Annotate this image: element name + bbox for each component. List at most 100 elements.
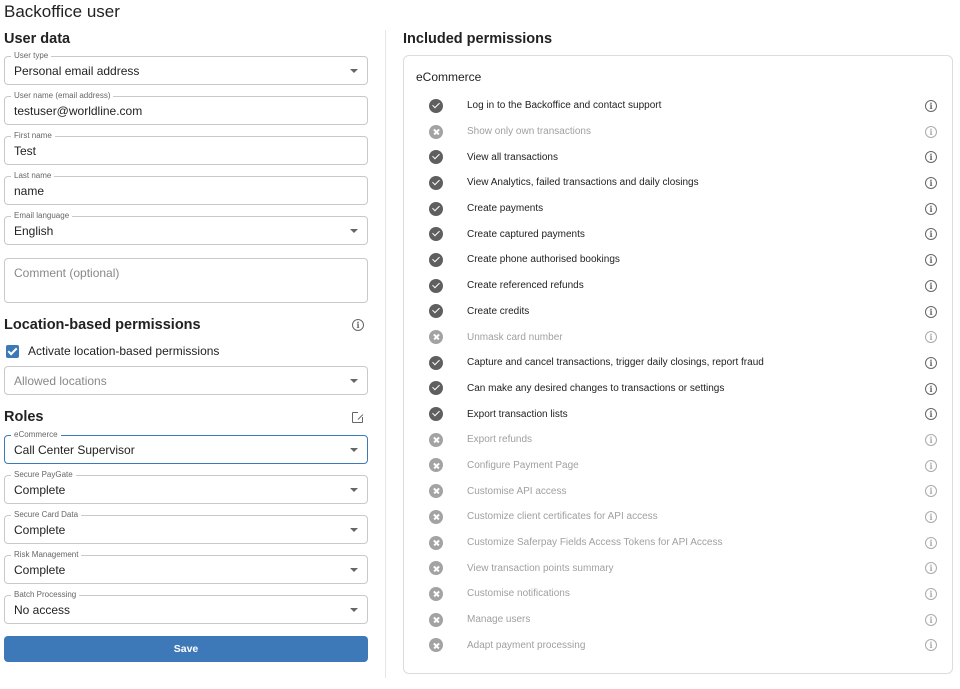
cancel-circle-icon bbox=[429, 638, 443, 653]
field-label: User name (email address) bbox=[11, 91, 114, 101]
chevron-down-icon bbox=[350, 528, 358, 532]
permission-label: Log in to the Backoffice and contact sup… bbox=[467, 100, 662, 112]
permissions-panel: Included permissions eCommerce Log in to… bbox=[403, 28, 953, 674]
permission-item: Customize Saferpay Fields Access Tokens … bbox=[416, 530, 952, 556]
permission-item: View Analytics, failed transactions and … bbox=[416, 170, 952, 196]
info-icon[interactable]: i bbox=[925, 254, 937, 267]
cancel-circle-icon bbox=[429, 432, 443, 447]
info-icon[interactable]: i bbox=[925, 433, 937, 446]
page-title: Backoffice user bbox=[4, 2, 120, 21]
info-icon[interactable]: i bbox=[925, 639, 937, 652]
permission-item: Can make any desired changes to transact… bbox=[416, 376, 952, 402]
info-icon[interactable]: i bbox=[925, 485, 937, 498]
check-circle-icon bbox=[429, 381, 443, 396]
info-icon[interactable]: i bbox=[925, 125, 937, 138]
user-data-title: User data bbox=[4, 31, 71, 47]
allowed-locations-select[interactable]: Allowed locations bbox=[4, 366, 368, 395]
cancel-circle-icon bbox=[429, 586, 443, 601]
field-value: testuser@worldline.com bbox=[14, 104, 143, 118]
role-ecommerce-select[interactable]: eCommerce Call Center Supervisor bbox=[4, 430, 368, 464]
user-type-select[interactable]: User type Personal email address bbox=[4, 51, 368, 85]
role-fields: eCommerce Call Center Supervisor Secure Pa… bbox=[4, 430, 368, 624]
info-icon[interactable]: i bbox=[925, 536, 937, 549]
permission-item: Create phone authorised bookings i bbox=[416, 247, 952, 273]
field-value: English bbox=[14, 224, 54, 238]
info-icon[interactable]: i bbox=[925, 588, 937, 601]
email-language-select[interactable]: Email language English bbox=[4, 211, 368, 245]
cancel-circle-icon bbox=[429, 458, 443, 473]
field-value: No access bbox=[14, 603, 71, 617]
permission-item: Customize client certificates for API ac… bbox=[416, 504, 952, 530]
info-icon[interactable]: i bbox=[925, 202, 937, 215]
info-icon[interactable]: i bbox=[925, 356, 937, 369]
field-value: Complete bbox=[14, 483, 66, 497]
check-circle-icon bbox=[429, 355, 443, 370]
info-icon[interactable]: i bbox=[925, 459, 937, 472]
field-value: Call Center Supervisor bbox=[14, 443, 135, 457]
permission-item: View transaction points summary i bbox=[416, 555, 952, 581]
check-circle-icon bbox=[429, 227, 443, 242]
location-checkbox-row[interactable]: Activate location-based permissions bbox=[4, 343, 368, 359]
field-value: Complete bbox=[14, 563, 66, 577]
check-circle-icon bbox=[429, 278, 443, 293]
comment-textarea[interactable]: Comment (optional) bbox=[4, 258, 368, 303]
permission-item: View all transactions i bbox=[416, 144, 952, 170]
info-icon[interactable]: i bbox=[925, 305, 937, 318]
permission-item: Export refunds i bbox=[416, 427, 952, 453]
field-label: Secure Card Data bbox=[11, 510, 82, 520]
chevron-down-icon bbox=[350, 608, 358, 612]
last-name-field[interactable]: Last name name bbox=[4, 171, 368, 205]
cancel-circle-icon bbox=[429, 330, 443, 345]
permission-label: Customize Saferpay Fields Access Tokens … bbox=[467, 537, 723, 549]
check-circle-icon bbox=[429, 407, 443, 422]
info-icon[interactable]: i bbox=[925, 562, 937, 575]
activate-location-checkbox[interactable] bbox=[6, 344, 19, 358]
permission-label: Adapt payment processing bbox=[467, 639, 586, 651]
roles-title: Roles bbox=[4, 409, 44, 425]
save-button[interactable]: Save bbox=[4, 636, 368, 662]
field-label: User type bbox=[11, 51, 52, 61]
permission-item: Log in to the Backoffice and contact sup… bbox=[416, 93, 952, 119]
role-batch-processing-select[interactable]: Batch Processing No access bbox=[4, 590, 368, 624]
field-value: Test bbox=[14, 144, 37, 158]
permission-label: View Analytics, failed transactions and … bbox=[467, 177, 699, 189]
permission-label: Create credits bbox=[467, 305, 530, 317]
info-icon[interactable]: i bbox=[925, 279, 937, 292]
check-circle-icon bbox=[429, 175, 443, 190]
info-icon[interactable]: i bbox=[925, 228, 937, 241]
permissions-list: Log in to the Backoffice and contact sup… bbox=[416, 93, 952, 658]
info-icon[interactable]: i bbox=[925, 408, 937, 421]
user-name-email-address-field[interactable]: User name (email address) testuser@worldl… bbox=[4, 91, 368, 125]
permission-label: Configure Payment Page bbox=[467, 459, 579, 471]
permission-item: Create captured payments i bbox=[416, 221, 952, 247]
activate-location-label: Activate location-based permissions bbox=[28, 344, 220, 358]
first-name-field[interactable]: First name Test bbox=[4, 131, 368, 165]
chevron-down-icon bbox=[350, 448, 358, 452]
info-icon[interactable]: i bbox=[925, 382, 937, 395]
user-data-fields: User type Personal email address User name… bbox=[4, 51, 368, 245]
permission-item: Unmask card number i bbox=[416, 324, 952, 350]
check-circle-icon bbox=[429, 98, 443, 113]
info-icon[interactable]: i bbox=[352, 319, 364, 331]
role-risk-management-select[interactable]: Risk Management Complete bbox=[4, 550, 368, 584]
open-in-new-icon[interactable] bbox=[352, 410, 364, 423]
chevron-down-icon bbox=[350, 568, 358, 572]
info-icon[interactable]: i bbox=[925, 331, 937, 344]
permission-label: Create referenced refunds bbox=[467, 280, 584, 292]
info-icon[interactable]: i bbox=[925, 100, 937, 112]
location-header: Location-based permissions i bbox=[4, 317, 368, 333]
field-value: Complete bbox=[14, 523, 66, 537]
info-icon[interactable]: i bbox=[925, 613, 937, 626]
user-form: User data User type Personal email addres… bbox=[4, 28, 368, 662]
cancel-circle-icon bbox=[429, 124, 443, 139]
comment-placeholder: Comment (optional) bbox=[14, 266, 120, 280]
info-icon[interactable]: i bbox=[925, 151, 937, 164]
permission-label: Show only own transactions bbox=[467, 126, 591, 138]
role-secure-card-data-select[interactable]: Secure Card Data Complete bbox=[4, 510, 368, 544]
info-icon[interactable]: i bbox=[925, 177, 937, 190]
roles-header: Roles bbox=[4, 409, 368, 425]
info-icon[interactable]: i bbox=[925, 511, 937, 523]
cancel-circle-icon bbox=[429, 509, 443, 524]
role-secure-paygate-select[interactable]: Secure PayGate Complete bbox=[4, 470, 368, 504]
permission-item: Create payments i bbox=[416, 196, 952, 222]
